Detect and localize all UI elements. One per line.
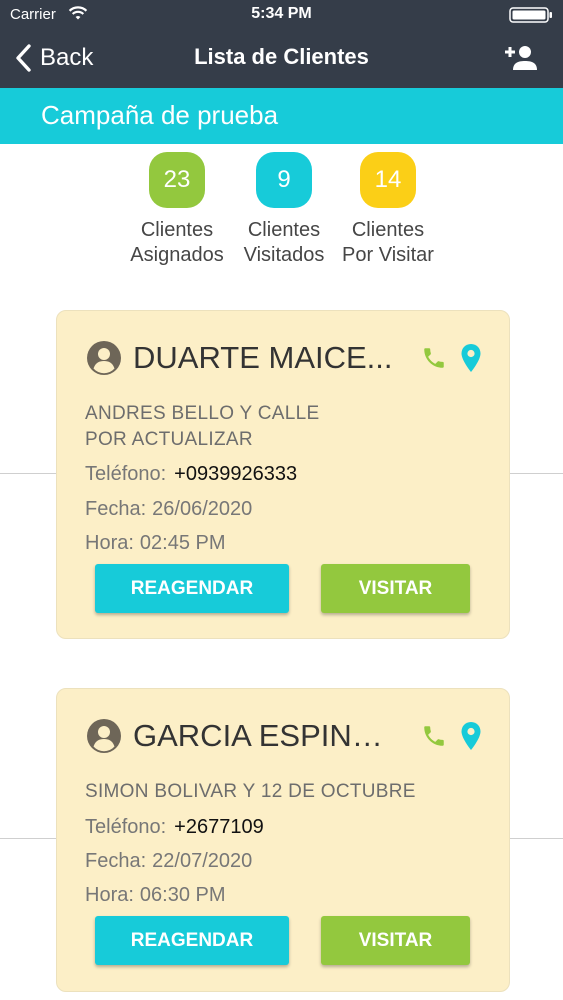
client-date-row: Fecha: 22/07/2020 [85, 848, 252, 874]
stat-assigned-count: 23 [149, 152, 205, 208]
stat-pending-line2: Por Visitar [342, 244, 434, 266]
campaign-title: Campaña de prueba [41, 100, 279, 130]
phone-label: Teléfono: [85, 463, 167, 485]
stat-pending-label: Clientes Por Visitar [328, 218, 448, 268]
client-phone-row: Teléfono: +2677109 [85, 814, 264, 840]
client-address-line1: ANDRES BELLO Y CALLE [85, 403, 320, 424]
stat-pending: 14 Clientes Por Visitar [328, 152, 448, 268]
map-pin-icon[interactable] [460, 721, 482, 751]
client-time-row: Hora: 06:30 PM [85, 882, 226, 908]
phone-icon[interactable] [421, 723, 447, 749]
reschedule-button[interactable]: REAGENDAR [95, 916, 289, 965]
client-card[interactable]: GARCIA ESPINO... SIMON BOLIVAR Y 12 DE O… [56, 688, 510, 992]
client-stats: 23 Clientes Asignados 9 Clientes Visitad… [0, 152, 563, 272]
stat-pending-count: 14 [360, 152, 416, 208]
back-button[interactable]: Back [14, 42, 93, 74]
stat-pending-line1: Clientes [351, 219, 425, 241]
client-address: ANDRES BELLO Y CALLE POR ACTUALIZAR [85, 401, 319, 453]
client-address-line1: SIMON BOLIVAR Y 12 DE OCTUBRE [85, 781, 416, 802]
client-card[interactable]: DUARTE MAICE... ANDRES BELLO Y CALLE POR… [56, 310, 510, 639]
client-address-line2: POR ACTUALIZAR [85, 429, 253, 450]
stat-visited-count: 9 [256, 152, 312, 208]
client-date: 26/06/2020 [152, 498, 253, 520]
stat-assigned-label: Clientes Asignados [117, 218, 237, 268]
time-label: Hora: [85, 884, 134, 906]
status-time: 5:34 PM [251, 5, 312, 22]
nav-bar: Back Lista de Clientes [0, 30, 563, 88]
visit-button[interactable]: VISITAR [321, 916, 470, 965]
stat-visited: 9 Clientes Visitados [224, 152, 344, 268]
client-time: 06:30 PM [139, 884, 226, 906]
time-label: Hora: [85, 532, 134, 554]
client-name: GARCIA ESPINO... [133, 719, 401, 753]
client-time-row: Hora: 02:45 PM [85, 530, 226, 556]
date-label: Fecha: [85, 850, 147, 872]
stat-assigned-line1: Clientes [140, 219, 214, 241]
stat-visited-line2: Visitados [243, 244, 325, 266]
chevron-left-icon [16, 44, 31, 72]
stat-assigned: 23 Clientes Asignados [117, 152, 237, 268]
client-time: 02:45 PM [139, 532, 226, 554]
date-label: Fecha: [85, 498, 147, 520]
back-label: Back [40, 44, 94, 71]
client-date: 22/07/2020 [152, 850, 253, 872]
phone-label: Teléfono: [85, 816, 167, 838]
battery-icon [509, 7, 552, 23]
stat-visited-line1: Clientes [247, 219, 321, 241]
client-card-header: DUARTE MAICE... [85, 341, 485, 377]
client-name: DUARTE MAICE... [133, 341, 393, 375]
reschedule-button[interactable]: REAGENDAR [95, 564, 289, 613]
client-phone[interactable]: +2677109 [174, 816, 264, 838]
client-date-row: Fecha: 26/06/2020 [85, 496, 252, 522]
add-user-icon[interactable] [505, 45, 537, 71]
status-bar: Carrier 5:34 PM [0, 0, 563, 30]
client-phone[interactable]: +0939926333 [174, 463, 297, 485]
client-address: SIMON BOLIVAR Y 12 DE OCTUBRE [85, 779, 416, 805]
client-phone-row: Teléfono: +0939926333 [85, 461, 297, 487]
phone-icon[interactable] [421, 345, 447, 371]
client-card-header: GARCIA ESPINO... [85, 719, 485, 755]
stat-assigned-line2: Asignados [130, 244, 224, 266]
stat-visited-label: Clientes Visitados [224, 218, 344, 268]
avatar-icon [87, 341, 121, 375]
visit-button[interactable]: VISITAR [321, 564, 470, 613]
map-pin-icon[interactable] [460, 343, 482, 373]
avatar-icon [87, 719, 121, 753]
campaign-bar: Campaña de prueba [0, 88, 563, 144]
